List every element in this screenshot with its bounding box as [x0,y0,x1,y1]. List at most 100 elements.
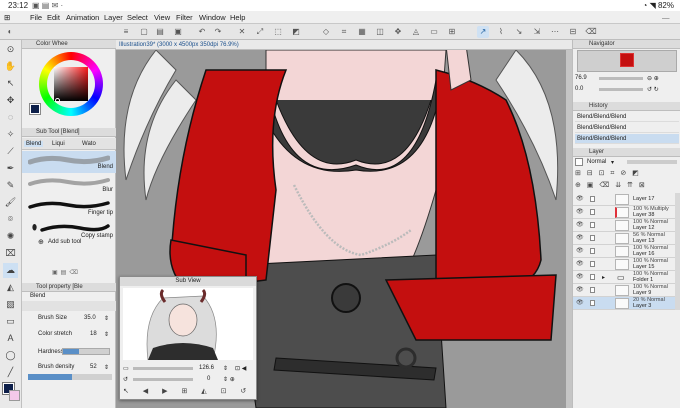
history-item[interactable]: Blend/Blend/Blend [575,112,679,122]
sub-view-footer-icons[interactable]: ↖ ◀ ▶ ⊞ ◭ ⊡ ↺ [123,387,253,397]
lasso-tool-icon[interactable]: ◌ [3,110,18,125]
tab-liquify[interactable]: Liqui [52,141,65,147]
ruler-snap-icon[interactable]: ⋯ [549,26,561,38]
layer-checkbox[interactable] [590,261,595,267]
sub-view-title[interactable]: Sub View [120,277,256,286]
menu-file[interactable]: File [30,13,42,22]
grid-icon[interactable]: ▦ [356,26,368,38]
selection-tool-icon[interactable]: ◇ [320,26,332,38]
layer-checkbox[interactable] [590,248,595,254]
layer-checkbox[interactable] [590,274,595,280]
menu-filter[interactable]: Filter [176,13,193,22]
visibility-icon[interactable]: 👁 [576,300,584,306]
navigator-zoom-slider[interactable] [599,77,643,80]
navigator-view-rect[interactable] [620,53,634,67]
saturation-value-square[interactable] [54,67,88,101]
menu-help[interactable]: Help [230,13,245,22]
eraser-icon[interactable]: ⌫ [585,26,597,38]
perspective-icon[interactable]: ◬ [410,26,422,38]
clear-icon[interactable]: ✕ [236,26,248,38]
fill-tool-icon[interactable]: ◭ [3,280,18,295]
navigator-angle-value[interactable]: 0.0 [575,86,583,92]
blend-tool-icon[interactable]: ☁ [3,263,18,278]
layer-checkbox[interactable] [590,209,595,215]
sub-tool-footer-icons[interactable]: ▣▤⌫ [52,269,92,277]
decoration-icon[interactable]: ✺ [3,229,18,244]
color-stretch-value[interactable]: 18 [90,331,97,337]
eyedropper-icon[interactable]: ⟋ [3,144,18,159]
visibility-icon[interactable]: 👁 [576,261,584,267]
visibility-icon[interactable]: 👁 [576,274,584,280]
figure-tool-icon[interactable]: ▭ [3,314,18,329]
eraser-tool-icon[interactable]: ⌧ [3,246,18,261]
zoom-tool-icon[interactable]: ⊙ [3,42,18,57]
palette-icon[interactable]: ◐ [4,26,16,38]
layer-row[interactable]: 👁 Layer 17 [573,193,680,206]
menu-edit[interactable]: Edit [47,13,60,22]
layer-checkbox[interactable] [590,300,595,306]
hue-ring[interactable] [39,52,103,116]
pencil-tool-icon[interactable]: ✎ [3,178,18,193]
document-tab[interactable]: Illustration39* (3000 x 4500px 350dpi 76… [116,40,572,50]
sub-view-image[interactable] [123,288,253,360]
new-file-icon[interactable]: ▢ [138,26,150,38]
visibility-icon[interactable]: 👁 [576,222,584,228]
redo-icon[interactable]: ↷ [212,26,224,38]
save-icon[interactable]: ▣ [172,26,184,38]
navigator-preview[interactable] [577,50,677,72]
deselect-icon[interactable]: ⬚ [272,26,284,38]
navigator-angle-slider[interactable] [599,88,643,91]
menu-layer[interactable]: Layer [104,13,123,22]
layer-row-selected[interactable]: 👁 20 % Normal Layer 3 [573,297,680,310]
layer-checkbox[interactable] [590,287,595,293]
vector-icon[interactable]: ↘ [513,26,525,38]
brush-size-value[interactable]: 35.0 [84,315,96,321]
text-tool-icon[interactable]: A [3,331,18,346]
ruler-icon[interactable]: ◫ [374,26,386,38]
stabilizer-icon[interactable]: ⌇ [495,26,507,38]
magic-wand-icon[interactable]: ✧ [3,127,18,142]
tab-watercolor[interactable]: Wato [82,141,96,147]
snap-icon[interactable]: ✥ [392,26,404,38]
line-tool-icon[interactable]: ╱ [3,365,18,380]
layer-row[interactable]: 👁 100 % Normal Layer 15 [573,258,680,271]
sub-color-swatch[interactable] [9,390,20,401]
menu-animation[interactable]: Animation [66,13,99,22]
navigator-zoom-value[interactable]: 76.9 [575,75,587,81]
hardness-slider[interactable] [62,348,110,355]
layer-toolbar-icons[interactable]: ⊞ ⊟ ⊡ ⌗ ⊘ ◩ [575,169,679,179]
layer-folder-row[interactable]: 👁 ▸ ▭ 100 % Normal Folder 1 [573,271,680,284]
crop-icon[interactable]: ⌗ [338,26,350,38]
color-picker-cursor[interactable] [55,98,60,103]
add-sub-tool-button[interactable]: ⊕ Add sub tool [38,237,108,249]
transform-icon[interactable]: ⤢ [254,26,266,38]
brush-tool-icon[interactable]: 🖌 [3,195,18,210]
color-stretch-stepper-icon[interactable]: ⇕ [104,331,109,338]
brush-density-slider[interactable] [28,374,112,380]
layer-action-icons[interactable]: ⊕ ▣ ⌫ ⇊ ⇈ ⊠ [575,181,679,191]
visibility-icon[interactable]: 👁 [576,196,584,202]
layer-color-swatch[interactable] [575,158,583,166]
hand-tool-icon[interactable]: ✋ [3,59,18,74]
blend-mode-chevron-icon[interactable]: ▾ [611,159,614,166]
folder-expand-icon[interactable]: ▸ [602,274,605,281]
menu-view[interactable]: View [154,13,170,22]
layer-checkbox[interactable] [590,235,595,241]
pen-pressure-icon[interactable]: ↗ [477,26,489,38]
visibility-icon[interactable]: 👁 [576,248,584,254]
sub-view-zoom-slider[interactable] [133,367,193,370]
navigator-zoom-icons[interactable]: ⊖ ⊕ [647,75,659,82]
layer-row[interactable]: 👁 100 % Normal Layer 12 [573,219,680,232]
minimize-icon[interactable]: — [662,13,670,22]
navigator-rotate-icons[interactable]: ↺ ↻ [647,86,659,93]
pen-tool-icon[interactable]: ✒ [3,161,18,176]
opacity-slider[interactable] [627,160,677,164]
gradient-tool-icon[interactable]: ▧ [3,297,18,312]
visibility-icon[interactable]: 👁 [576,209,584,215]
frame-icon[interactable]: ▭ [428,26,440,38]
correction-icon[interactable]: ⇲ [531,26,543,38]
sub-view-zoom-value[interactable]: 126.6 [199,365,214,371]
layer-checkbox[interactable] [590,222,595,228]
brush-item-finger-tip[interactable]: Finger tip [22,197,116,219]
brush-density-stepper-icon[interactable]: ⇕ [104,364,109,371]
